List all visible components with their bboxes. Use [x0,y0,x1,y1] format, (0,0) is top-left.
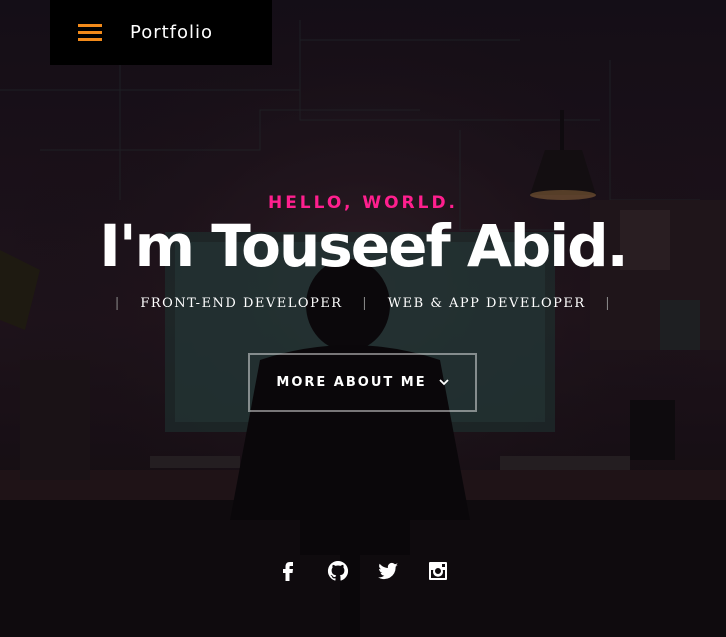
instagram-icon[interactable] [426,559,450,583]
role-front-end: FRONT-END DEVELOPER [140,296,343,311]
role-web-app: WEB & APP DEVELOPER [387,296,586,311]
cta-label: MORE ABOUT ME [276,375,427,390]
role-divider: | [114,296,121,311]
hero-roles: | FRONT-END DEVELOPER | WEB & APP DEVELO… [0,296,726,311]
hero-section: HELLO, WORLD. I'm Touseef Abid. | FRONT-… [0,0,726,637]
social-links [0,559,726,583]
twitter-icon[interactable] [376,559,400,583]
role-divider: | [362,296,369,311]
github-icon[interactable] [326,559,350,583]
facebook-icon[interactable] [276,559,300,583]
more-about-me-button[interactable]: MORE ABOUT ME [248,353,477,412]
role-divider: | [605,296,612,311]
hero-name: I'm Touseef Abid. [99,212,628,280]
hero-greeting: HELLO, WORLD. [267,193,459,213]
chevron-down-icon [438,375,449,390]
